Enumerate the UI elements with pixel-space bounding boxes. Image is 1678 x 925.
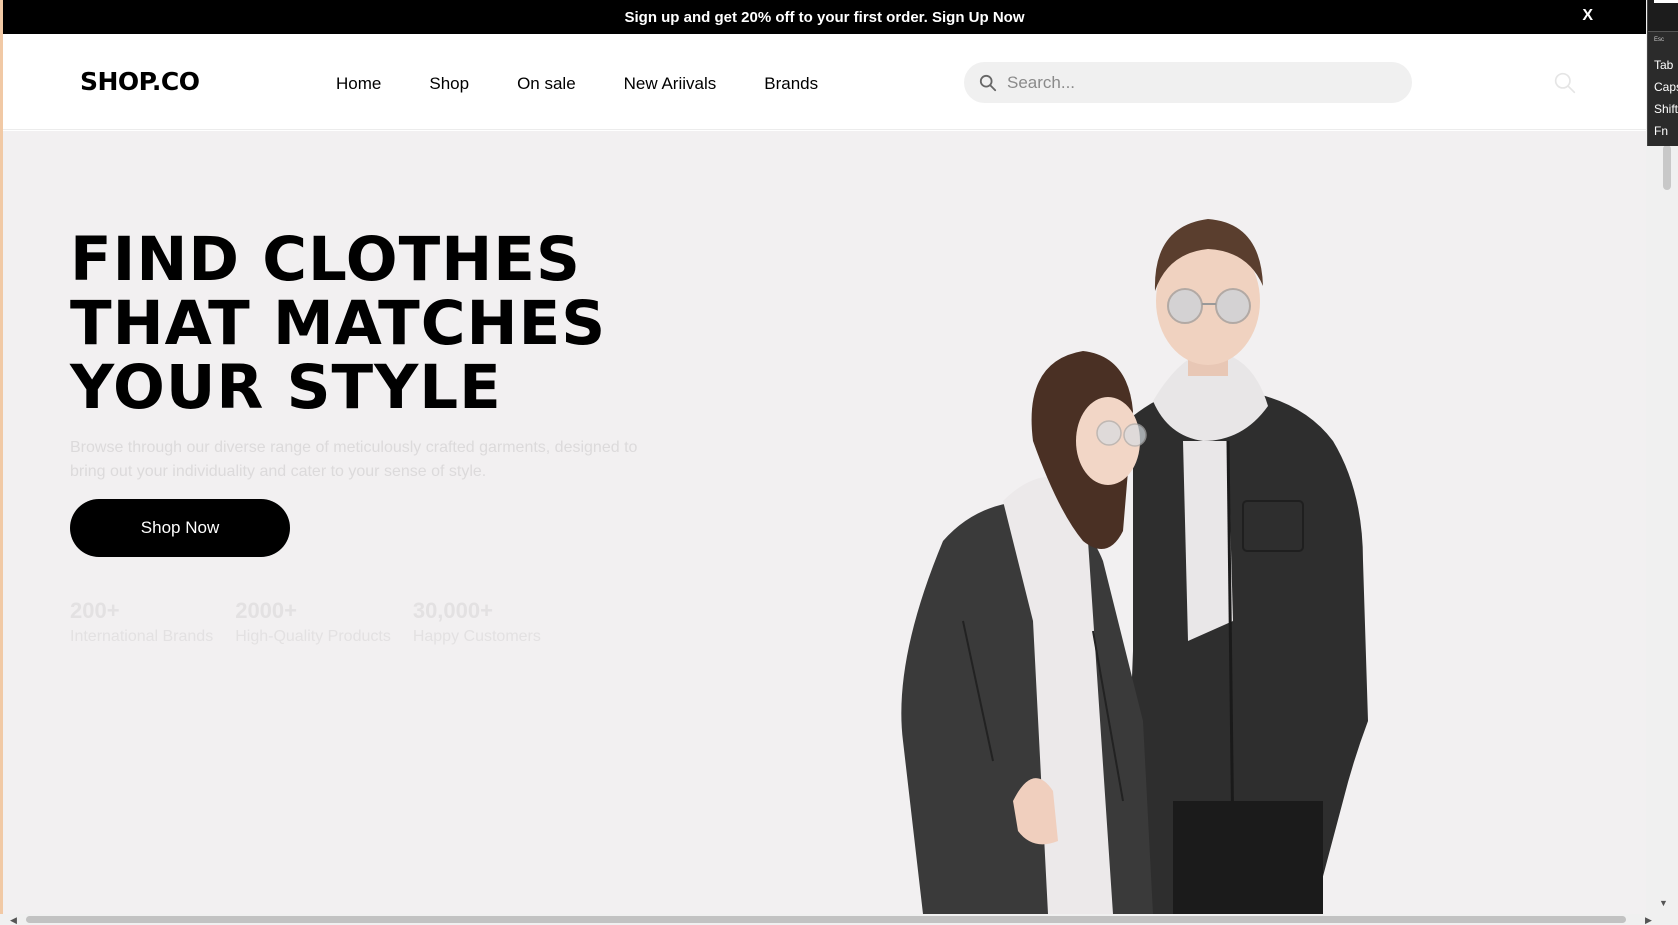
promo-bar: Sign up and get 20% off to your first or… [3,0,1646,34]
vertical-scroll-thumb[interactable] [1663,145,1671,190]
horizontal-scroll-thumb[interactable] [26,916,1626,923]
search-input[interactable] [1007,72,1387,93]
hero-section: FIND CLOTHES THAT MATCHES YOUR STYLE Bro… [3,131,1646,914]
shop-now-button[interactable]: Shop Now [70,499,290,557]
main-nav: Home Shop On sale New Ariivals Brands [336,74,818,94]
hero-description: Browse through our diverse range of meti… [70,439,638,480]
key-tab[interactable]: Tab [1654,58,1673,72]
nav-item-brands[interactable]: Brands [764,74,818,94]
close-icon[interactable]: X [1582,7,1593,25]
keyboard-header [1648,0,1678,32]
logo[interactable]: SHOP.CO [80,67,200,96]
hero-models-image [901,219,1368,914]
nav-item-home[interactable]: Home [336,74,381,94]
nav-item-on-sale[interactable]: On sale [517,74,576,94]
stat-item: 200+ International Brands [70,598,213,646]
on-screen-keyboard: Esc Tab Caps Shift Fn [1647,0,1678,146]
stat-value: 200+ [70,598,120,623]
hero-title-line: FIND CLOTHES [70,224,581,295]
hero-stats: 200+ International Brands 2000+ High-Qua… [70,598,541,646]
site-header: SHOP.CO Home Shop On sale New Ariivals B… [3,34,1646,130]
search-icon[interactable] [1554,72,1576,94]
stat-value: 30,000+ [412,598,493,623]
stat-item: 30,000+ Happy Customers [413,598,541,646]
keyboard-top-strip [1654,0,1678,3]
stat-label: High-Quality Products [235,628,391,645]
nav-item-shop[interactable]: Shop [429,74,469,94]
key-caps[interactable]: Caps [1654,80,1678,94]
promo-text[interactable]: Sign up and get 20% off to your first or… [624,9,1024,26]
stat-label: International Brands [70,628,214,645]
hero-title-line: THAT MATCHES [70,288,607,359]
key-shift[interactable]: Shift [1654,102,1678,116]
hero-title: FIND CLOTHES THAT MATCHES YOUR STYLE [70,228,606,420]
scroll-right-arrow-icon[interactable]: ▶ [1645,915,1652,925]
search-icon [979,74,997,91]
page-viewport: Sign up and get 20% off to your first or… [3,0,1646,914]
key-esc[interactable]: Esc [1654,37,1664,43]
nav-item-new-arrivals[interactable]: New Ariivals [624,74,717,94]
scroll-down-arrow-icon[interactable]: ▼ [1659,898,1668,908]
hero-title-line: YOUR STYLE [70,352,502,423]
key-fn[interactable]: Fn [1654,124,1668,138]
scroll-left-arrow-icon[interactable]: ◀ [10,915,17,925]
stat-item: 2000+ High-Quality Products [235,598,391,646]
stat-value: 2000+ [235,598,297,623]
search-bar[interactable] [964,62,1412,103]
stat-label: Happy Customers [412,628,541,645]
